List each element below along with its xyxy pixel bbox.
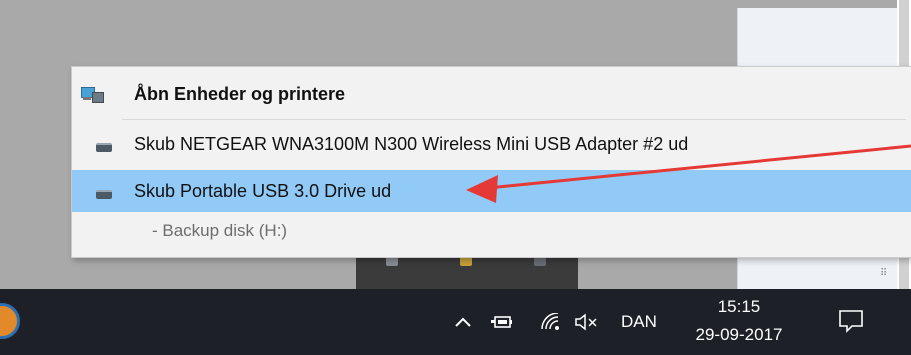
menu-separator xyxy=(122,119,906,120)
taskbar-app-icon[interactable] xyxy=(0,299,20,343)
menu-item-label: Skub NETGEAR WNA3100M N300 Wireless Mini… xyxy=(134,133,689,154)
wifi-icon[interactable] xyxy=(540,289,562,355)
menu-item-eject-portable[interactable]: Skub Portable USB 3.0 Drive ud xyxy=(72,170,911,212)
taskbar-clock[interactable]: 15:15 29-09-2017 xyxy=(689,295,789,347)
menu-item-eject-netgear[interactable]: Skub NETGEAR WNA3100M N300 Wireless Mini… xyxy=(72,123,911,165)
power-icon[interactable] xyxy=(491,289,513,355)
menu-subitem-label: - Backup disk (H:) xyxy=(152,221,288,240)
menu-item-open-devices[interactable]: Åbn Enheder og printere xyxy=(72,73,911,115)
show-hidden-icons-chevron-icon[interactable] xyxy=(454,289,472,355)
taskbar: DAN 15:15 29-09-2017 xyxy=(0,289,911,355)
menu-item-label: Skub Portable USB 3.0 Drive ud xyxy=(134,180,392,201)
menu-subitem-backup-disk: - Backup disk (H:) xyxy=(72,213,911,249)
menu-item-label: Åbn Enheder og printere xyxy=(134,83,346,104)
usb-eject-menu: Åbn Enheder og printere Skub NETGEAR WNA… xyxy=(71,66,911,258)
resize-grip-icon[interactable]: ⠿ xyxy=(880,269,894,285)
input-language[interactable]: DAN xyxy=(621,289,657,355)
clock-date: 29-09-2017 xyxy=(695,325,783,344)
usb-drive-icon xyxy=(83,184,112,200)
usb-device-icon xyxy=(83,137,112,153)
devices-printers-icon xyxy=(81,86,104,103)
action-center-icon[interactable] xyxy=(838,309,864,333)
clock-time: 15:15 xyxy=(717,297,761,316)
volume-muted-icon[interactable] xyxy=(574,289,600,355)
